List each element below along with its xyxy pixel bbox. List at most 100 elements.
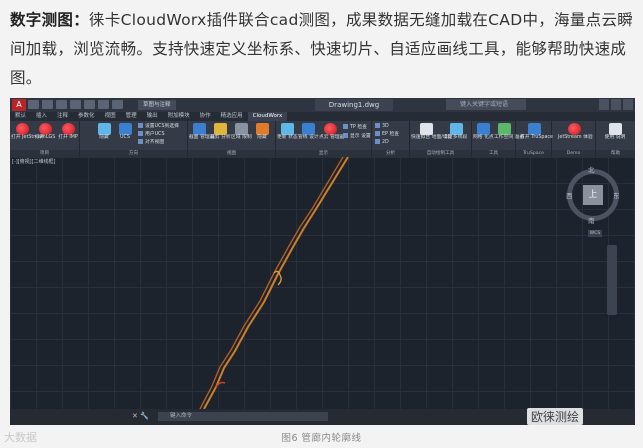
analysis-2d-icon	[375, 139, 380, 144]
viewcube-compass[interactable]: 上	[567, 169, 619, 221]
minimize-button[interactable]	[599, 99, 609, 110]
ribbon-group-demo: JetStream 体验 Demo	[552, 121, 596, 157]
compass-west: 西	[566, 192, 573, 200]
workspace-prep-button[interactable]: 工作空间 准备	[494, 122, 524, 141]
command-close-icon[interactable]: ✕ 🔧	[132, 412, 149, 420]
redo-icon[interactable]	[112, 100, 123, 109]
ribbon-tabs: 默认 插入 注释 参数化 视图 管理 输出 附加模块 协作 精选应用 CloudWorx	[10, 112, 635, 121]
group-label-analysis: 分析	[372, 150, 409, 157]
new-icon[interactable]	[28, 100, 39, 109]
quick-fit-button[interactable]: 快速拟合 地面/墙面	[411, 122, 453, 141]
undo-icon[interactable]	[98, 100, 109, 109]
tab-8[interactable]: 协作	[195, 112, 216, 121]
compass-south: 南	[588, 217, 595, 225]
clip-analysis-icon	[213, 123, 227, 135]
ucs-button[interactable]: UCS	[116, 122, 134, 141]
view-hide-icon	[255, 123, 269, 135]
pipeline-design-icon	[301, 123, 315, 135]
clip-analysis-button[interactable]: 裁剪 分析	[210, 122, 231, 141]
tab-2[interactable]: 注释	[52, 112, 73, 121]
tab-3[interactable]: 参数化	[73, 112, 100, 121]
ribbon-group-view: 截面 管理器 裁剪 分析 区域 限制 隐藏 视图	[188, 121, 276, 157]
watermark-left: 大数据	[4, 431, 37, 444]
compass-east: 东	[613, 192, 620, 200]
user-ucs-icon	[138, 131, 143, 136]
hand-pointer-icon	[608, 123, 622, 135]
workspace-selector[interactable]: 草图与注释	[138, 100, 176, 110]
tab-7[interactable]: 附加模块	[163, 112, 195, 121]
article-body: 徕卡CloudWorx插件联合cad测图，成果数据无缝加载在CAD中，海量点云瞬…	[10, 11, 634, 87]
set-ucs-icon	[138, 123, 143, 128]
tunnel-contour-drawing	[199, 157, 349, 409]
display-settings-item[interactable]: 显示 设置	[343, 133, 371, 140]
hide-icon	[97, 123, 111, 135]
hide-button[interactable]: 隐藏	[94, 122, 114, 141]
jetstream-demo-icon	[567, 123, 581, 135]
maximize-button[interactable]	[611, 99, 621, 110]
open-icon[interactable]	[42, 100, 53, 109]
quick-fit-icon	[419, 123, 433, 135]
update-status-icon	[280, 123, 294, 135]
drawing-viewport[interactable]: [-][俯视][二维线框] 上 北 南 西 东 WCS	[10, 157, 635, 409]
close-button[interactable]	[623, 99, 633, 110]
app-menu-button[interactable]: A	[12, 99, 26, 111]
analysis-3d-item[interactable]: 3D	[375, 123, 389, 130]
wcs-menu[interactable]: WCS	[588, 230, 602, 237]
truspace-icon	[527, 123, 541, 135]
polyline-2d-button[interactable]: 2D 多线段	[442, 122, 470, 141]
tp-check-item[interactable]: TP 检查	[343, 124, 367, 131]
open-truspace-button[interactable]: 打开 TruSpace	[520, 122, 553, 141]
user-ucs-item[interactable]: 用户UCS	[138, 131, 165, 138]
align-view-icon	[138, 139, 143, 144]
pipeline-design-button[interactable]: 管线 设计	[298, 122, 319, 141]
group-label-orientation: 方向	[80, 150, 187, 157]
print-icon[interactable]	[84, 100, 95, 109]
compass-north: 北	[588, 166, 595, 174]
save-icon[interactable]	[56, 100, 67, 109]
update-status-button[interactable]: 更新 状态	[277, 122, 298, 141]
tab-4[interactable]: 视图	[100, 112, 121, 121]
group-label-autodraw: 自动绘制工具	[410, 150, 471, 157]
polyline-2d-icon	[449, 123, 463, 135]
open-jetstream-button[interactable]: 打开 JetStream	[11, 122, 46, 141]
tab-5[interactable]: 管理	[121, 112, 142, 121]
navigation-bar[interactable]	[607, 245, 617, 315]
jetstream-demo-button[interactable]: JetStream 体验	[558, 122, 593, 141]
article-text-block: 数字测图：徕卡CloudWorx插件联合cad测图，成果数据无缝加载在CAD中，…	[0, 0, 643, 98]
group-label-demo: Demo	[552, 150, 595, 157]
article-lead: 数字测图：	[10, 11, 90, 29]
group-label-display: 显示	[276, 150, 371, 157]
section-manager-button[interactable]: 截面 管理器	[189, 122, 215, 141]
analysis-2d-item[interactable]: 2D	[375, 139, 389, 146]
set-ucs-item[interactable]: 设置UCS到选择	[138, 123, 179, 130]
figure-caption: 图6 管廊内轮廓线	[281, 433, 362, 444]
mesh-points-button[interactable]: 网格 化点	[473, 122, 494, 141]
align-view-item[interactable]: 对齐视图	[138, 139, 164, 146]
tab-0[interactable]: 默认	[10, 112, 31, 121]
ep-check-icon	[375, 131, 380, 136]
search-input[interactable]: 键入关键字或短语	[446, 99, 526, 110]
saveas-icon[interactable]	[70, 100, 81, 109]
ep-check-item[interactable]: EP 检查	[375, 131, 399, 138]
workspace-prep-icon	[498, 123, 511, 135]
pointcloud-manager-button[interactable]: 点云 管理器	[319, 122, 345, 141]
usage-guide-button[interactable]: 使用 说明	[604, 122, 626, 141]
region-limit-button[interactable]: 区域 限制	[231, 122, 252, 141]
open-lgs-button[interactable]: 打开 LGS	[34, 122, 56, 141]
pointcloud-manager-icon	[323, 123, 337, 135]
cad-screenshot: A 草图与注释 Drawing1.dwg 键入关键字或短语 默认 插入 注释 参数化视…	[10, 98, 635, 425]
command-input[interactable]: 键入命令	[158, 412, 328, 421]
ribbon-group-orientation: 隐藏 UCS 设置UCS到选择 用户UCS 对齐视图 方向	[80, 121, 188, 157]
tab-6[interactable]: 输出	[142, 112, 163, 121]
title-bar: A 草图与注释 Drawing1.dwg 键入关键字或短语	[10, 98, 635, 112]
tab-10[interactable]: CloudWorx	[247, 112, 288, 121]
group-label-truspace: TruSpace	[516, 150, 551, 157]
viewcube-top-face[interactable]: 上	[583, 185, 603, 205]
imp-icon	[61, 123, 75, 135]
tab-1[interactable]: 插入	[31, 112, 52, 121]
jetstream-icon	[15, 123, 29, 135]
view-hide-button[interactable]: 隐藏	[252, 122, 272, 141]
tab-9[interactable]: 精选应用	[216, 112, 248, 121]
open-imp-button[interactable]: 打开 IMP	[57, 122, 79, 141]
ribbon-panel: 打开 JetStream 打开 LGS 打开 IMP 项目 隐藏 UCS 设置U…	[10, 121, 635, 157]
